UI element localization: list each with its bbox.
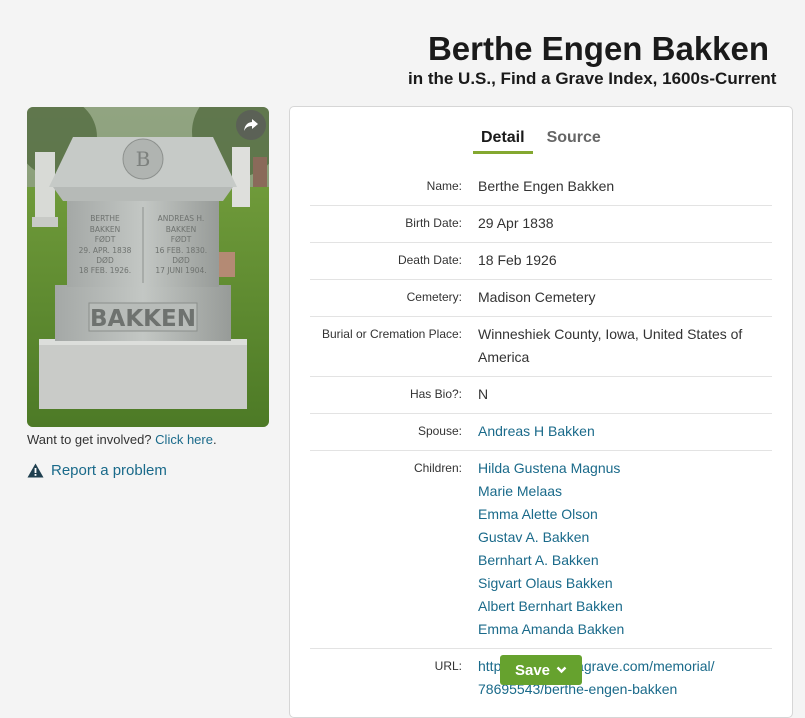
gravestone-photo[interactable]: BAKKEN B BERTHE BAKKEN FØDT 29. APR. 183… <box>27 107 269 427</box>
child-link[interactable]: Sigvart Olaus Bakken <box>478 572 772 595</box>
row-death-date: Death Date: 18 Feb 1926 <box>310 243 772 280</box>
child-link[interactable]: Gustav A. Bakken <box>478 526 772 549</box>
spouse-link[interactable]: Andreas H Bakken <box>478 420 772 443</box>
svg-text:16 FEB. 1830.: 16 FEB. 1830. <box>155 246 207 255</box>
stone-monogram: B <box>136 147 151 171</box>
child-link[interactable]: Bernhart A. Bakken <box>478 549 772 572</box>
collection-subtitle: in the U.S., Find a Grave Index, 1600s-C… <box>408 69 777 88</box>
child-link[interactable]: Hilda Gustena Magnus <box>478 457 772 480</box>
label-cemetery: Cemetery: <box>406 290 462 304</box>
svg-text:FØDT: FØDT <box>171 235 192 244</box>
child-link[interactable]: Albert Bernhart Bakken <box>478 595 772 618</box>
value-death-date: 18 Feb 1926 <box>478 252 557 268</box>
svg-text:18 FEB. 1926.: 18 FEB. 1926. <box>79 266 131 275</box>
value-burial-place: Winneshiek County, Iowa, United States o… <box>478 326 743 365</box>
row-name: Name: Berthe Engen Bakken <box>310 169 772 206</box>
save-button[interactable]: Save <box>500 655 582 685</box>
record-detail-card: Detail Source Name: Berthe Engen Bakken … <box>289 106 793 718</box>
share-button[interactable] <box>236 110 266 140</box>
chevron-down-icon <box>556 666 567 674</box>
row-has-bio: Has Bio?: N <box>310 377 772 414</box>
svg-text:DØD: DØD <box>96 256 114 265</box>
label-has-bio: Has Bio?: <box>409 387 462 401</box>
label-spouse: Spouse: <box>417 424 462 438</box>
value-name: Berthe Engen Bakken <box>478 178 615 194</box>
share-icon <box>244 119 258 131</box>
svg-text:DØD: DØD <box>172 256 190 265</box>
tab-source[interactable]: Source <box>539 129 609 154</box>
page-title: Berthe Engen Bakken <box>427 30 770 67</box>
label-name: Name: <box>426 179 462 193</box>
detail-tabs: Detail Source <box>473 129 609 154</box>
label-children: Children: <box>413 461 462 475</box>
row-children: Children: Hilda Gustena Magnus Marie Mel… <box>310 451 772 649</box>
child-link[interactable]: Emma Alette Olson <box>478 503 772 526</box>
row-birth-date: Birth Date: 29 Apr 1838 <box>310 206 772 243</box>
label-url: URL: <box>434 659 462 673</box>
svg-text:29. APR. 1838: 29. APR. 1838 <box>79 246 132 255</box>
label-burial-place: Burial or Cremation Place: <box>321 327 462 341</box>
click-here-link[interactable]: Click here <box>155 432 213 447</box>
svg-text:BAKKEN: BAKKEN <box>90 225 120 234</box>
children-list: Hilda Gustena Magnus Marie Melaas Emma A… <box>478 457 772 641</box>
stone-family-name: BAKKEN <box>90 306 196 332</box>
svg-text:BERTHE: BERTHE <box>90 214 120 223</box>
page-header: Berthe Engen Bakken in the U.S., Find a … <box>400 30 805 90</box>
child-link[interactable]: Marie Melaas <box>478 480 772 503</box>
value-cemetery: Madison Cemetery <box>478 289 596 305</box>
child-link[interactable]: Emma Amanda Bakken <box>478 618 772 641</box>
detail-table: Name: Berthe Engen Bakken Birth Date: 29… <box>310 169 772 708</box>
label-death-date: Death Date: <box>397 253 462 267</box>
tab-detail[interactable]: Detail <box>473 129 533 154</box>
warning-icon <box>27 463 44 478</box>
value-has-bio: N <box>478 386 489 402</box>
svg-text:ANDREAS H.: ANDREAS H. <box>158 214 205 223</box>
get-involved-text: Want to get involved? Click here. <box>27 432 217 447</box>
svg-text:17 JUNI 1904.: 17 JUNI 1904. <box>155 266 206 275</box>
value-birth-date: 29 Apr 1838 <box>478 215 554 231</box>
report-problem-link[interactable]: Report a problem <box>27 462 167 479</box>
row-cemetery: Cemetery: Madison Cemetery <box>310 280 772 317</box>
svg-text:FØDT: FØDT <box>95 235 116 244</box>
row-spouse: Spouse: Andreas H Bakken <box>310 414 772 451</box>
svg-text:BAKKEN: BAKKEN <box>166 225 196 234</box>
row-burial-place: Burial or Cremation Place: Winneshiek Co… <box>310 317 772 377</box>
gravestone-image: BAKKEN B BERTHE BAKKEN FØDT 29. APR. 183… <box>27 107 269 427</box>
label-birth-date: Birth Date: <box>405 216 462 230</box>
